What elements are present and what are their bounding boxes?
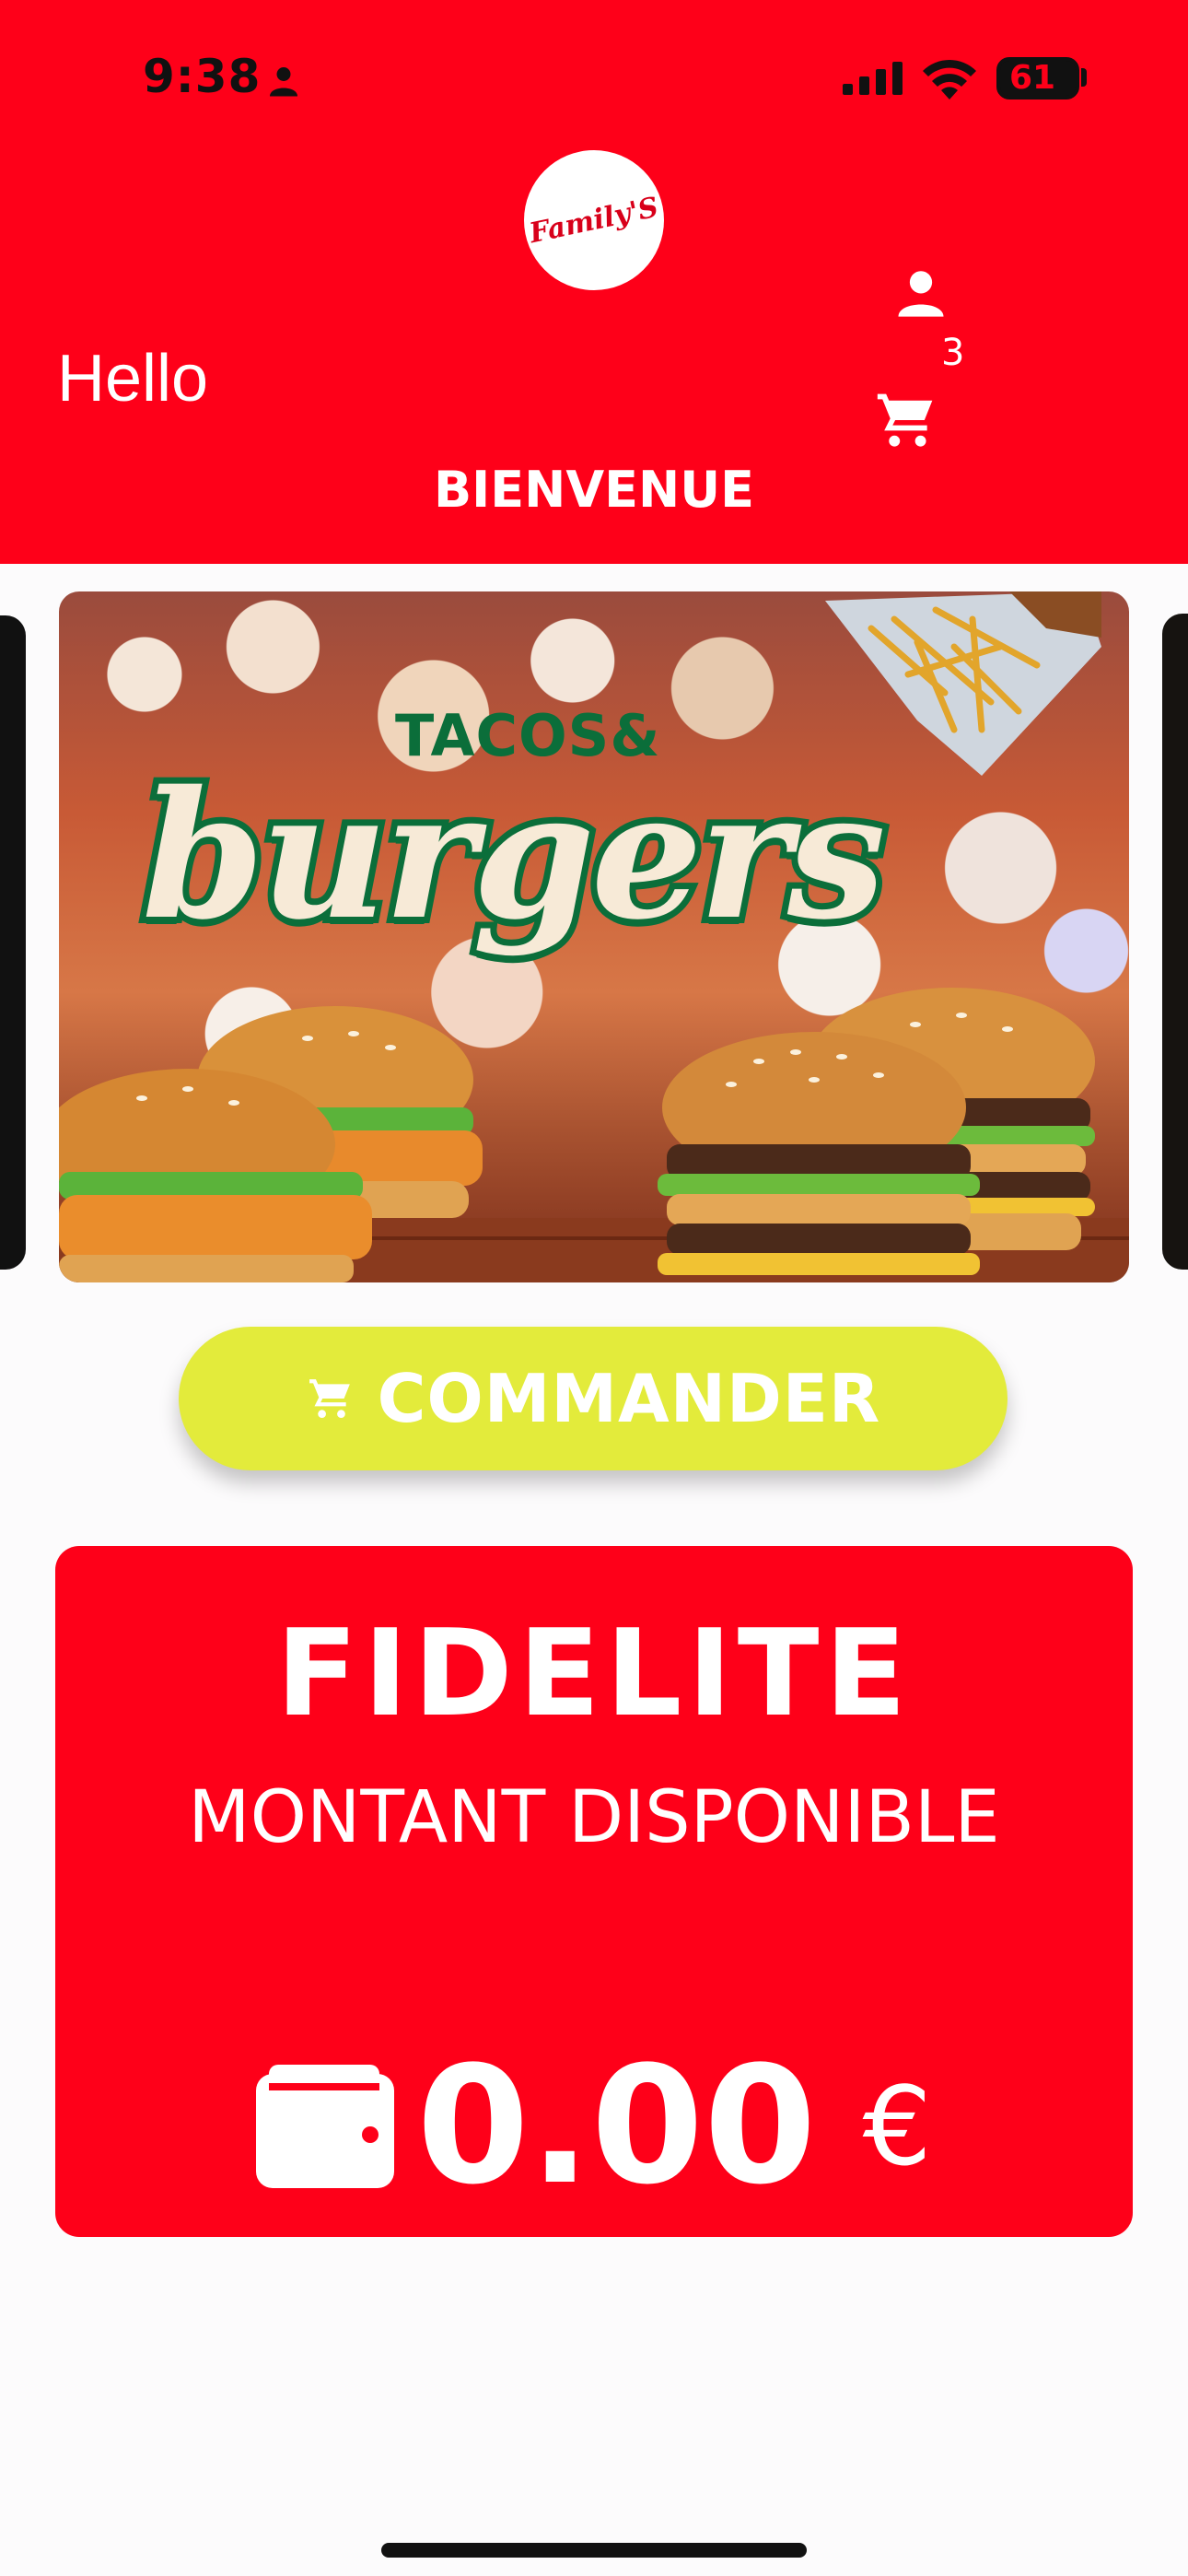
loyalty-currency: € bbox=[862, 2063, 932, 2190]
app-header: 9:38 61 Family'S Hello 3 BIENVENUE bbox=[0, 0, 1188, 564]
battery-level: 61 bbox=[1009, 59, 1056, 97]
carousel-previous-slide[interactable] bbox=[0, 615, 26, 1270]
loyalty-title: FIDELITE bbox=[275, 1603, 913, 1743]
battery-cap bbox=[1081, 68, 1087, 87]
greeting-text: Hello bbox=[57, 342, 209, 416]
wallet-icon bbox=[256, 2065, 395, 2188]
burgers-image bbox=[59, 988, 1129, 1282]
welcome-heading: BIENVENUE bbox=[434, 461, 754, 519]
status-time: 9:38 bbox=[143, 50, 262, 103]
fries-image bbox=[825, 591, 1101, 776]
cellular-signal-icon bbox=[843, 62, 903, 95]
loyalty-amount: 0.00 bbox=[416, 2032, 817, 2220]
promo-banner[interactable]: TACOS& burgers bbox=[59, 591, 1129, 1282]
cart-icon bbox=[309, 1379, 350, 1419]
banner-title: burgers bbox=[135, 746, 892, 965]
home-indicator[interactable] bbox=[381, 2543, 807, 2558]
brand-logo-text: Family'S bbox=[526, 191, 662, 250]
loyalty-card[interactable]: FIDELITE MONTANT DISPONIBLE 0.00 € bbox=[55, 1546, 1133, 2237]
promo-carousel[interactable]: TACOS& burgers bbox=[0, 564, 1188, 1301]
cart-icon[interactable] bbox=[873, 389, 939, 451]
battery-icon: 61 bbox=[996, 57, 1079, 100]
user-profile-icon[interactable] bbox=[895, 267, 947, 319]
carousel-next-slide[interactable] bbox=[1162, 614, 1188, 1270]
order-button-label: COMMANDER bbox=[377, 1360, 881, 1437]
wifi-icon bbox=[923, 59, 976, 100]
loyalty-subtitle: MONTANT DISPONIBLE bbox=[188, 1776, 1000, 1859]
loyalty-balance: 0.00 € bbox=[55, 2045, 1133, 2207]
order-button[interactable]: COMMANDER bbox=[179, 1327, 1007, 1470]
status-bar: 9:38 61 bbox=[0, 0, 1188, 161]
person-icon bbox=[270, 67, 297, 97]
cart-count-badge: 3 bbox=[941, 332, 965, 374]
brand-logo[interactable]: Family'S bbox=[524, 150, 664, 290]
